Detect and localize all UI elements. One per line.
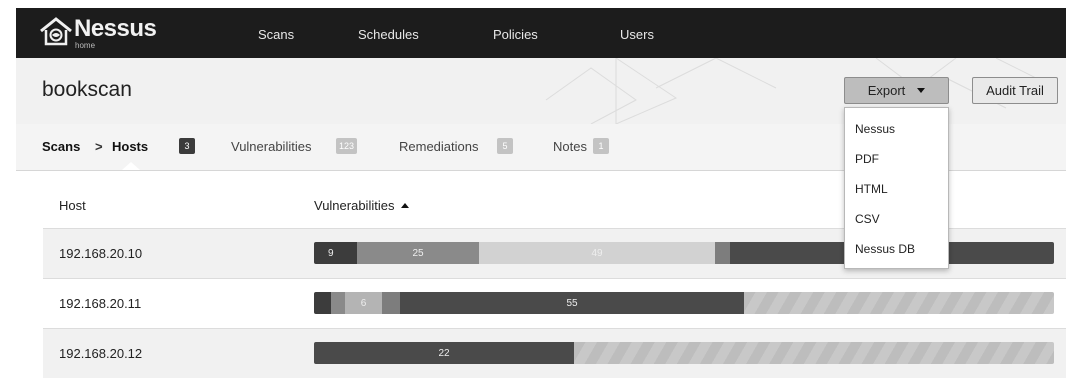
export-option-csv[interactable]: CSV bbox=[845, 204, 948, 234]
segment-critical: 9 bbox=[314, 242, 357, 264]
export-option-html[interactable]: HTML bbox=[845, 174, 948, 204]
export-option-nessus[interactable]: Nessus bbox=[845, 114, 948, 144]
nessus-logo[interactable]: Nessus home bbox=[38, 15, 157, 50]
export-option-nessus-db[interactable]: Nessus DB bbox=[845, 234, 948, 264]
caret-down-icon bbox=[917, 88, 926, 93]
vulnerability-bar: 22 bbox=[314, 342, 1054, 364]
export-button[interactable]: Export bbox=[844, 77, 949, 104]
notes-count-badge: 1 bbox=[593, 138, 609, 154]
app-edition: home bbox=[75, 41, 96, 50]
column-header-vulnerabilities-label: Vulnerabilities bbox=[314, 198, 395, 213]
segment-high: 25 bbox=[357, 242, 479, 264]
nav-schedules[interactable]: Schedules bbox=[358, 27, 419, 42]
segment-info: 55 bbox=[400, 292, 744, 314]
export-dropdown-menu: Nessus PDF HTML CSV Nessus DB bbox=[844, 107, 949, 269]
page-title: bookscan bbox=[42, 78, 132, 101]
column-header-vulnerabilities[interactable]: Vulnerabilities bbox=[314, 198, 410, 213]
top-nav-bar: Nessus home Scans Schedules Policies Use… bbox=[16, 8, 1066, 58]
export-option-pdf[interactable]: PDF bbox=[845, 144, 948, 174]
table-row[interactable]: 192.168.20.11 6 55 bbox=[43, 278, 1066, 328]
home-icon bbox=[40, 17, 72, 46]
tab-remediations[interactable]: Remediations bbox=[399, 139, 479, 154]
segment-medium: 49 bbox=[479, 242, 715, 264]
segment-low bbox=[715, 242, 730, 264]
export-label: Export bbox=[867, 83, 906, 98]
hosts-count-badge: 3 bbox=[179, 138, 195, 154]
breadcrumb-separator: > bbox=[95, 139, 103, 154]
segment-info: 22 bbox=[314, 342, 574, 364]
host-ip: 192.168.20.12 bbox=[59, 346, 143, 361]
vulnerability-bar: 6 55 bbox=[314, 292, 1054, 314]
segment-medium: 6 bbox=[345, 292, 382, 314]
tab-hosts[interactable]: Hosts bbox=[112, 139, 148, 154]
active-tab-pointer bbox=[122, 162, 140, 170]
table-row[interactable]: 192.168.20.12 22 bbox=[43, 328, 1066, 378]
nav-users[interactable]: Users bbox=[620, 27, 654, 42]
segment-remaining bbox=[744, 292, 1054, 314]
segment-remaining bbox=[574, 342, 1054, 364]
host-ip: 192.168.20.10 bbox=[59, 246, 143, 261]
nav-scans[interactable]: Scans bbox=[258, 27, 294, 42]
nav-policies[interactable]: Policies bbox=[493, 27, 538, 42]
segment-critical bbox=[314, 292, 331, 314]
breadcrumb-scans[interactable]: Scans bbox=[42, 139, 80, 154]
column-header-host[interactable]: Host bbox=[59, 198, 86, 213]
segment-high bbox=[331, 292, 345, 314]
tab-vulnerabilities[interactable]: Vulnerabilities bbox=[231, 139, 311, 154]
app-name: Nessus bbox=[74, 15, 157, 42]
tab-notes[interactable]: Notes bbox=[553, 139, 587, 154]
sort-ascending-icon bbox=[401, 203, 410, 208]
host-ip: 192.168.20.11 bbox=[59, 296, 142, 311]
vulnerabilities-count-badge: 123 bbox=[336, 138, 358, 154]
remediations-count-badge: 5 bbox=[497, 138, 513, 154]
audit-trail-button[interactable]: Audit Trail bbox=[972, 77, 1058, 104]
segment-low bbox=[382, 292, 400, 314]
